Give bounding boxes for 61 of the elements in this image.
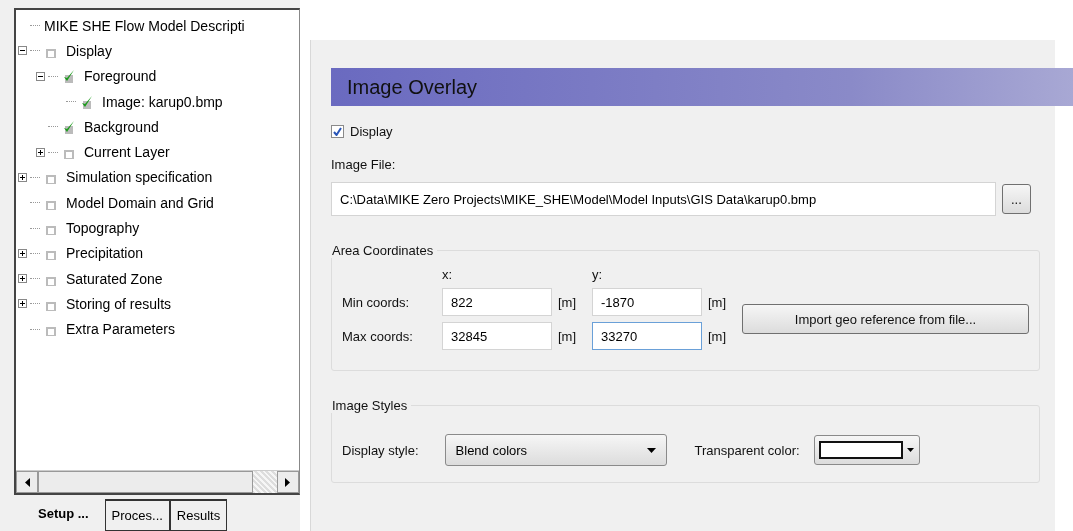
- tree-item[interactable]: Storing of results: [66, 295, 172, 312]
- expand-button[interactable]: [18, 299, 27, 309]
- row-label: Min coords:: [342, 294, 411, 310]
- dropdown-arrow-icon: [646, 447, 656, 453]
- expand-button[interactable]: [36, 147, 45, 157]
- group-title: Area Coordinates: [328, 243, 438, 258]
- tree-item[interactable]: Model Domain and Grid: [66, 194, 214, 211]
- check-icon: [333, 127, 342, 136]
- tree-item[interactable]: Saturated Zone: [66, 270, 163, 287]
- minus-icon: [38, 75, 43, 77]
- section-title: Image Overlay: [347, 75, 478, 99]
- tree-item[interactable]: Extra Parameters: [66, 321, 175, 338]
- tree-item[interactable]: Topography: [66, 220, 140, 236]
- expand-button[interactable]: [18, 248, 27, 258]
- import-button[interactable]: Import geo reference from file...: [742, 304, 1029, 334]
- browse-button[interactable]: ...: [1002, 184, 1031, 214]
- field-label: Transparent color:: [694, 442, 800, 458]
- plus-icon: [38, 149, 43, 155]
- plus-icon: [20, 301, 25, 307]
- dropdown-arrow-icon: [906, 448, 914, 452]
- unit-label: [m]: [558, 294, 578, 310]
- tab[interactable]: Proces...: [104, 499, 170, 531]
- tree-item[interactable]: Simulation specification: [66, 169, 213, 186]
- tree-item[interactable]: Current Layer: [84, 144, 170, 161]
- expand-button[interactable]: [18, 172, 27, 182]
- unit-label: [m]: [708, 294, 728, 310]
- column-label: x:: [442, 267, 454, 282]
- coordinate-field[interactable]: 822: [442, 288, 552, 316]
- unit-label: [m]: [558, 328, 578, 344]
- plus-icon: [20, 276, 25, 282]
- tree-item[interactable]: Image: karup0.bmp: [102, 93, 223, 110]
- coordinate-field[interactable]: 33270: [592, 322, 702, 350]
- display-checkbox[interactable]: [331, 125, 344, 138]
- collapse-button[interactable]: [18, 46, 27, 56]
- field-label: Display style:: [342, 442, 419, 458]
- collapse-button[interactable]: [36, 71, 45, 81]
- display-style-dropdown[interactable]: Blend colors: [444, 434, 667, 466]
- group-title: Image Styles: [328, 398, 412, 413]
- tree-item[interactable]: Display: [66, 42, 112, 59]
- unit-label: [m]: [708, 328, 728, 344]
- left-arrow-icon: [24, 477, 30, 487]
- scrollbar-thumb[interactable]: [38, 471, 253, 493]
- row-label: Max coords:: [342, 328, 414, 344]
- checkbox-label: Display: [350, 124, 393, 139]
- tree-item[interactable]: Background: [84, 118, 159, 135]
- expand-button[interactable]: [18, 274, 27, 284]
- coordinate-field[interactable]: -1870: [592, 288, 702, 316]
- tree-item[interactable]: Precipitation: [66, 245, 144, 262]
- field-label: Image File:: [331, 157, 396, 172]
- horizontal-scrollbar[interactable]: [16, 470, 299, 493]
- color-picker[interactable]: [813, 435, 920, 465]
- tree-item[interactable]: Foreground: [84, 68, 157, 85]
- plus-icon: [20, 174, 25, 180]
- column-label: y:: [592, 267, 604, 282]
- image-file-field[interactable]: C:\Data\MIKE Zero Projects\MIKE_SHE\Model\Model Inputs\GIS Data\karup0.bmp: [331, 182, 996, 216]
- minus-icon: [20, 50, 25, 52]
- tree-item[interactable]: MIKE SHE Flow Model Descripti: [44, 17, 245, 34]
- coordinate-field[interactable]: 32845: [442, 322, 552, 350]
- plus-icon: [20, 250, 25, 256]
- tab[interactable]: Results: [169, 499, 228, 531]
- right-arrow-icon: [285, 477, 291, 487]
